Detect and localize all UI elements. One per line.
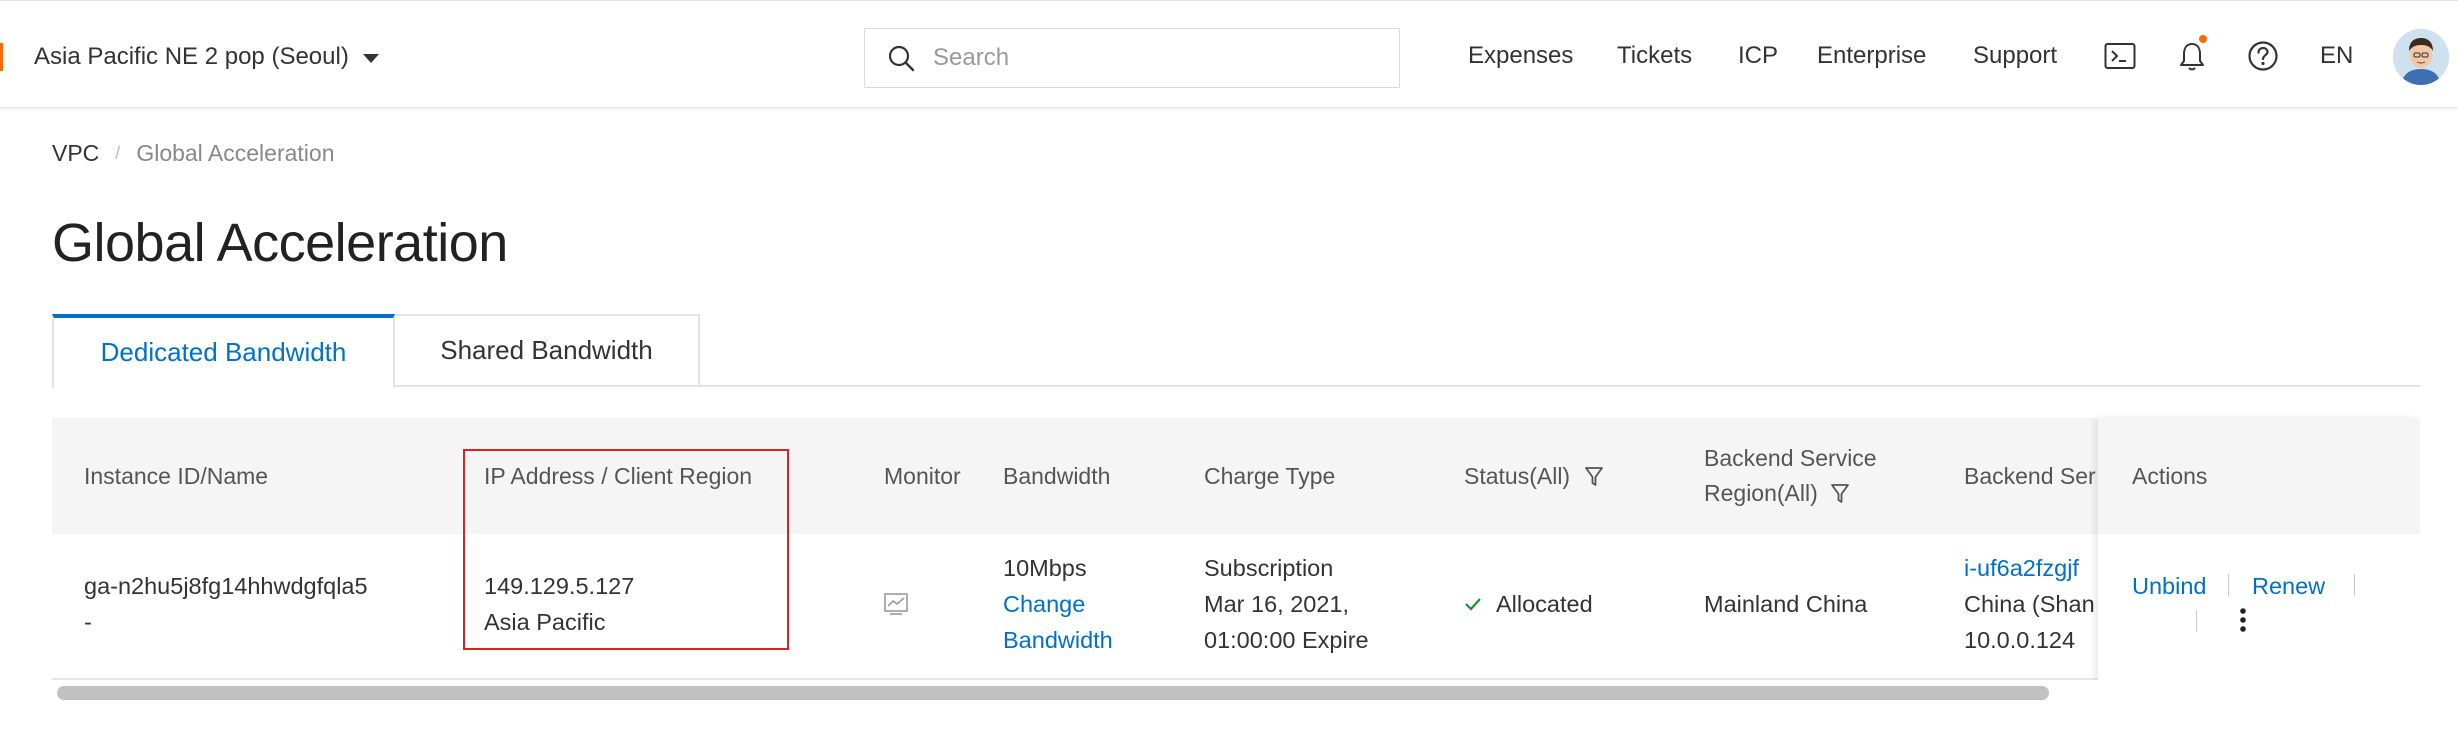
change-bandwidth-link[interactable]: Change Bandwidth bbox=[1003, 586, 1113, 658]
column-header-backend-service: Backend Ser bbox=[1964, 463, 2096, 489]
instance-table: Instance ID/Name IP Address / Client Reg… bbox=[52, 418, 2420, 680]
breadcrumb-current: Global Acceleration bbox=[136, 140, 335, 166]
column-header-instance: Instance ID/Name bbox=[84, 463, 269, 489]
table-header: Instance ID/Name IP Address / Client Reg… bbox=[52, 418, 2420, 534]
filter-icon[interactable] bbox=[1830, 482, 1850, 506]
top-navigation-bar: Asia Pacific NE 2 pop (Seoul) Expenses T… bbox=[0, 0, 2458, 108]
breadcrumb-vpc[interactable]: VPC bbox=[52, 140, 99, 167]
instance-name: - bbox=[84, 609, 92, 635]
column-header-ip: IP Address / Client Region bbox=[484, 463, 753, 489]
nav-enterprise[interactable]: Enterprise bbox=[1817, 41, 1926, 71]
terminal-icon[interactable] bbox=[2103, 39, 2137, 73]
more-actions-icon[interactable] bbox=[2238, 606, 2248, 634]
tab-shared-bandwidth[interactable]: Shared Bandwidth bbox=[395, 314, 700, 387]
search-box[interactable] bbox=[864, 28, 1400, 88]
tab-dedicated-bandwidth[interactable]: Dedicated Bandwidth bbox=[52, 314, 395, 389]
column-header-status-label: Status(All) bbox=[1464, 463, 1571, 489]
monitor-icon[interactable] bbox=[884, 589, 908, 625]
breadcrumb-separator: / bbox=[115, 143, 121, 163]
instance-cell: ga-n2hu5j8fg14hhwdgfqla5 - bbox=[84, 568, 368, 640]
change-bandwidth-line2: Bandwidth bbox=[1003, 627, 1113, 653]
help-icon[interactable] bbox=[2246, 39, 2280, 73]
bandwidth-value: 10Mbps bbox=[1003, 555, 1087, 581]
column-header-backend-region-label: Region(All) bbox=[1704, 480, 1818, 506]
unbind-link[interactable]: Unbind bbox=[2132, 568, 2206, 604]
column-header-charge-type: Charge Type bbox=[1204, 463, 1336, 489]
charge-expire: 01:00:00 Expire bbox=[1204, 627, 1369, 653]
action-divider bbox=[2196, 610, 2197, 632]
nav-expenses[interactable]: Expenses bbox=[1468, 41, 1573, 71]
column-header-actions: Actions bbox=[2132, 463, 2208, 489]
ip-cell: 149.129.5.127 Asia Pacific bbox=[484, 568, 634, 640]
status-badge: Allocated bbox=[1496, 591, 1593, 617]
search-icon bbox=[888, 45, 915, 72]
nav-tickets[interactable]: Tickets bbox=[1617, 41, 1692, 71]
change-bandwidth-line1: Change bbox=[1003, 591, 1086, 617]
column-header-backend-region-line1: Backend Service bbox=[1704, 445, 1877, 471]
table-row: ga-n2hu5j8fg14hhwdgfqla5 - 149.129.5.127… bbox=[52, 534, 2420, 680]
region-selector[interactable]: Asia Pacific NE 2 pop (Seoul) bbox=[34, 39, 379, 75]
horizontal-scrollbar[interactable] bbox=[52, 680, 2420, 706]
bandwidth-tabs: Dedicated Bandwidth Shared Bandwidth bbox=[52, 314, 2420, 389]
region-selector-label: Asia Pacific NE 2 pop (Seoul) bbox=[34, 43, 349, 70]
breadcrumb: VPC / Global Acceleration bbox=[52, 140, 335, 167]
column-header-backend-region: Backend Service Region(All) bbox=[1704, 441, 1877, 511]
action-divider bbox=[2228, 574, 2229, 596]
column-header-status: Status(All) bbox=[1464, 459, 1604, 494]
check-icon bbox=[1465, 598, 1481, 611]
bandwidth-cell: 10Mbps Change Bandwidth bbox=[1003, 550, 1113, 658]
column-header-bandwidth: Bandwidth bbox=[1003, 463, 1111, 489]
backend-ip: 10.0.0.124 bbox=[1964, 627, 2076, 653]
column-header-backend-region-line2: Region(All) bbox=[1704, 476, 1877, 511]
backend-location: China (Shan bbox=[1964, 591, 2095, 617]
backend-region: Mainland China bbox=[1704, 591, 1868, 617]
filter-icon[interactable] bbox=[1584, 465, 1604, 489]
actions-header: Actions bbox=[2098, 418, 2420, 534]
charge-date: Mar 16, 2021, bbox=[1204, 591, 1350, 617]
column-header-monitor: Monitor bbox=[884, 463, 961, 489]
backend-instance-link[interactable]: i-uf6a2fzgjf bbox=[1964, 550, 2095, 586]
nav-support[interactable]: Support bbox=[1973, 41, 2057, 71]
client-region: Asia Pacific bbox=[484, 609, 606, 635]
charge-type-cell: Subscription Mar 16, 2021, 01:00:00 Expi… bbox=[1204, 550, 1369, 658]
charge-type: Subscription bbox=[1204, 555, 1334, 581]
search-input[interactable] bbox=[933, 44, 1373, 72]
status-cell: Allocated bbox=[1464, 586, 1593, 622]
bell-icon[interactable] bbox=[2175, 35, 2209, 73]
backend-service-cell: i-uf6a2fzgjf China (Shan 10.0.0.124 bbox=[1964, 550, 2095, 658]
ip-address: 149.129.5.127 bbox=[484, 573, 635, 599]
page-title: Global Acceleration bbox=[52, 213, 508, 273]
notification-dot bbox=[2199, 35, 2207, 43]
actions-column: Actions Unbind Renew bbox=[2098, 418, 2420, 680]
avatar[interactable] bbox=[2393, 29, 2449, 85]
action-divider bbox=[2354, 574, 2355, 596]
nav-icp[interactable]: ICP bbox=[1738, 41, 1778, 71]
chevron-down-icon bbox=[362, 53, 379, 63]
brand-accent-strip bbox=[0, 43, 3, 71]
renew-link[interactable]: Renew bbox=[2252, 568, 2325, 604]
language-switch[interactable]: EN bbox=[2320, 41, 2353, 71]
scrollbar-thumb[interactable] bbox=[57, 686, 2049, 700]
instance-id: ga-n2hu5j8fg14hhwdgfqla5 bbox=[84, 573, 368, 599]
